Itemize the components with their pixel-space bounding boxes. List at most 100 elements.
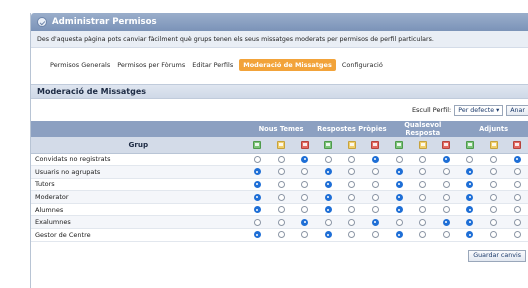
permission-radio[interactable] [442,168,450,176]
permission-radio[interactable] [348,193,356,201]
permission-radio[interactable] [324,155,332,163]
permission-radio[interactable] [419,206,427,214]
green-icon[interactable] [324,140,333,149]
yellow-icon[interactable] [418,140,427,149]
permission-radio[interactable] [490,193,498,201]
permission-radio[interactable] [490,206,498,214]
permission-radio[interactable] [371,218,379,226]
permission-radio[interactable] [513,180,521,188]
permission-radio[interactable] [253,218,261,226]
permission-radio[interactable] [395,193,403,201]
permission-radio[interactable] [395,231,403,239]
permission-radio[interactable] [277,155,285,163]
permission-radio[interactable] [348,206,356,214]
permission-radio[interactable] [301,218,309,226]
permission-radio[interactable] [348,231,356,239]
permission-radio[interactable] [466,180,474,188]
green-icon[interactable] [465,140,474,149]
permission-radio[interactable] [442,193,450,201]
permission-radio[interactable] [395,168,403,176]
save-changes-button[interactable]: Guardar canvis [468,249,526,262]
permission-radio[interactable] [253,180,261,188]
permission-radio[interactable] [277,206,285,214]
permission-radio[interactable] [513,218,521,226]
permission-radio[interactable] [324,206,332,214]
permission-radio[interactable] [371,155,379,163]
permission-radio[interactable] [419,168,427,176]
permission-radio[interactable] [277,193,285,201]
permission-radio[interactable] [490,155,498,163]
red-icon[interactable] [442,140,451,149]
permission-radio[interactable] [301,168,309,176]
permission-radio[interactable] [513,155,521,163]
yellow-icon[interactable] [489,140,498,149]
permission-radio[interactable] [442,180,450,188]
permission-radio[interactable] [324,218,332,226]
red-icon[interactable] [513,140,522,149]
permission-radio[interactable] [395,180,403,188]
permission-radio[interactable] [466,218,474,226]
permission-radio[interactable] [490,231,498,239]
permission-radio[interactable] [513,206,521,214]
red-icon[interactable] [300,140,309,149]
permission-radio[interactable] [301,180,309,188]
permission-radio[interactable] [371,206,379,214]
permission-radio[interactable] [324,193,332,201]
permission-radio[interactable] [442,155,450,163]
permission-radio[interactable] [371,231,379,239]
permission-radio[interactable] [442,218,450,226]
permission-radio[interactable] [419,193,427,201]
tab-editar-perfils[interactable]: Editar Perfils [191,59,234,71]
permission-radio[interactable] [466,193,474,201]
yellow-icon[interactable] [347,140,356,149]
permission-radio[interactable] [513,231,521,239]
permission-radio[interactable] [253,231,261,239]
permission-radio[interactable] [277,231,285,239]
permission-radio[interactable] [466,206,474,214]
permission-radio[interactable] [395,155,403,163]
profile-select[interactable]: Per defecte ▾ [454,104,504,116]
tab-moderaci-de-missatges[interactable]: Moderació de Missatges [239,59,336,71]
permission-radio[interactable] [277,218,285,226]
permission-radio[interactable] [513,168,521,176]
permission-radio[interactable] [324,180,332,188]
permission-radio[interactable] [277,180,285,188]
permission-radio[interactable] [253,168,261,176]
permission-radio[interactable] [490,168,498,176]
permission-radio[interactable] [513,193,521,201]
permission-radio[interactable] [253,155,261,163]
permission-radio[interactable] [419,231,427,239]
permission-radio[interactable] [253,206,261,214]
permission-radio[interactable] [324,168,332,176]
permission-radio[interactable] [419,180,427,188]
go-button[interactable]: Anar [506,104,528,116]
permission-radio[interactable] [419,218,427,226]
permission-radio[interactable] [466,168,474,176]
permission-radio[interactable] [419,155,427,163]
yellow-icon[interactable] [277,140,286,149]
permission-radio[interactable] [466,155,474,163]
green-icon[interactable] [253,140,262,149]
tab-permisos-per-f-rums[interactable]: Permisos per Fòrums [116,59,186,71]
permission-radio[interactable] [466,231,474,239]
permission-radio[interactable] [253,193,261,201]
permission-radio[interactable] [442,231,450,239]
permission-radio[interactable] [371,180,379,188]
permission-radio[interactable] [277,168,285,176]
permission-radio[interactable] [371,168,379,176]
green-icon[interactable] [395,140,404,149]
permission-radio[interactable] [395,218,403,226]
red-icon[interactable] [371,140,380,149]
permission-radio[interactable] [442,206,450,214]
permission-radio[interactable] [348,218,356,226]
permission-radio[interactable] [301,206,309,214]
permission-radio[interactable] [348,168,356,176]
permission-radio[interactable] [301,193,309,201]
permission-radio[interactable] [395,206,403,214]
permission-radio[interactable] [324,231,332,239]
tab-permisos-generals[interactable]: Permisos Generals [49,59,111,71]
permission-radio[interactable] [348,180,356,188]
permission-radio[interactable] [371,193,379,201]
permission-radio[interactable] [490,218,498,226]
permission-radio[interactable] [348,155,356,163]
